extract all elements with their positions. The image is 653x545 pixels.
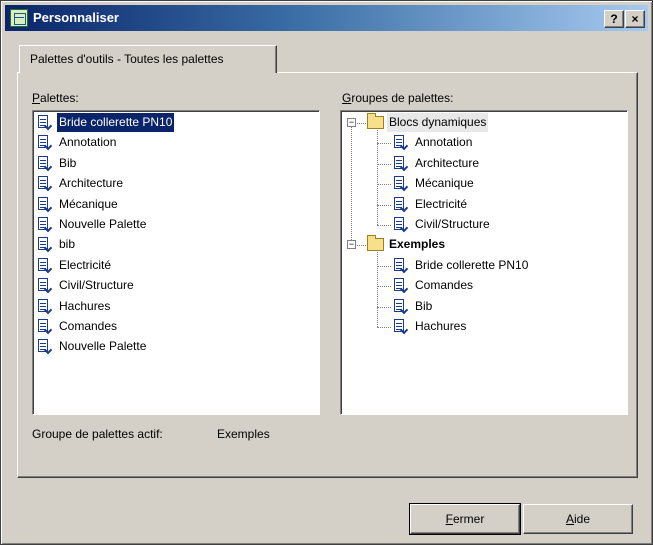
customize-dialog: Personnaliser ? × Palettes d'outils - To… <box>0 0 653 545</box>
tree-palette-label: Civil/Structure <box>415 217 490 231</box>
title-bar[interactable]: Personnaliser ? × <box>5 5 648 31</box>
palette-icon <box>37 176 53 192</box>
tree-palette-label: Electricité <box>415 196 468 211</box>
palette-icon <box>37 237 53 253</box>
tree-connector <box>357 123 366 124</box>
palette-groups-tree[interactable]: − Blocs dynamiques Annotation Architecture M… <box>340 110 628 415</box>
tree-palette-label: Annotation <box>415 135 473 150</box>
palette-item-label: Electricité <box>59 257 112 272</box>
tree-connector <box>377 252 378 327</box>
palette-item-label: Comandes <box>59 319 118 333</box>
palette-icon <box>393 196 409 213</box>
palette-icon <box>393 135 409 151</box>
palette-icon <box>37 196 53 213</box>
close-title-button[interactable]: × <box>625 10 645 28</box>
tree-connector <box>377 225 391 226</box>
palette-icon <box>37 217 53 233</box>
tree-palette-label: Bride collerette PN10 <box>415 257 529 272</box>
palette-icon <box>37 155 53 172</box>
tree-connector <box>377 130 378 225</box>
tree-expander[interactable]: − <box>347 240 356 250</box>
dialog-title: Personnaliser <box>33 10 119 25</box>
help-title-button[interactable]: ? <box>604 10 624 28</box>
folder-icon <box>367 235 384 252</box>
palette-icon <box>393 176 409 192</box>
palette-item-label: Civil/Structure <box>59 278 134 293</box>
tree-connector <box>377 184 391 186</box>
palette-item-label: Bib <box>59 155 77 170</box>
tree-connector <box>377 204 391 206</box>
palette-icon <box>37 319 53 335</box>
tree-connector <box>377 265 391 267</box>
palette-icon <box>393 257 409 274</box>
palette-icon <box>37 298 53 315</box>
palette-item-label: Mécanique <box>59 196 118 211</box>
tree-expander[interactable]: − <box>347 118 356 127</box>
palette-item-label: Hachures <box>59 298 111 313</box>
help-button[interactable]: Aide <box>523 504 633 534</box>
group-label: Exemples <box>389 237 446 252</box>
palette-item-label: Nouvelle Palette <box>59 217 147 231</box>
active-group-label: Groupe de palettes actif: <box>32 427 163 441</box>
tree-palette-label: Architecture <box>415 155 480 170</box>
active-group-value: Exemples <box>217 427 270 441</box>
folder-icon <box>367 113 384 129</box>
palette-item-label: Architecture <box>59 176 124 191</box>
tree-palette-label: Comandes <box>415 278 474 293</box>
palettes-list[interactable]: Bride collerette PN10 Annotation Bib Archit… <box>32 110 320 415</box>
app-icon <box>10 9 28 27</box>
palette-icon <box>393 278 409 294</box>
palette-icon <box>393 155 409 172</box>
group-label: Blocs dynamiques <box>387 113 489 132</box>
palettes-label: Palettes: <box>32 91 79 105</box>
tree-palette-label: Mécanique <box>415 176 474 191</box>
palette-item-label: bib <box>59 237 76 252</box>
palette-item-label: Bride collerette PN10 <box>57 113 175 132</box>
palette-icon <box>37 339 53 355</box>
palette-icon <box>37 257 53 274</box>
tree-connector <box>377 306 391 308</box>
palette-icon <box>393 319 409 335</box>
palette-icon <box>393 298 409 315</box>
palette-item-label: Annotation <box>59 135 117 150</box>
tree-connector <box>377 163 391 165</box>
palette-icon <box>393 217 409 233</box>
tab-tool-palettes[interactable]: Palettes d'outils - Toutes les palettes <box>19 45 277 73</box>
tree-connector <box>377 286 391 288</box>
tree-connector <box>377 327 391 328</box>
palette-icon <box>37 135 53 151</box>
tree-connector <box>351 127 352 241</box>
palette-icon <box>37 115 53 131</box>
tree-connector <box>377 143 391 145</box>
palette-item-label: Nouvelle Palette <box>59 339 147 354</box>
tree-palette-label: Bib <box>415 298 433 313</box>
tree-connector <box>357 245 366 247</box>
palette-icon <box>37 278 53 294</box>
palette-groups-label: Groupes de palettes: <box>342 91 454 105</box>
close-button[interactable]: Fermer <box>409 503 521 535</box>
tree-palette-label: Hachures <box>415 319 467 333</box>
